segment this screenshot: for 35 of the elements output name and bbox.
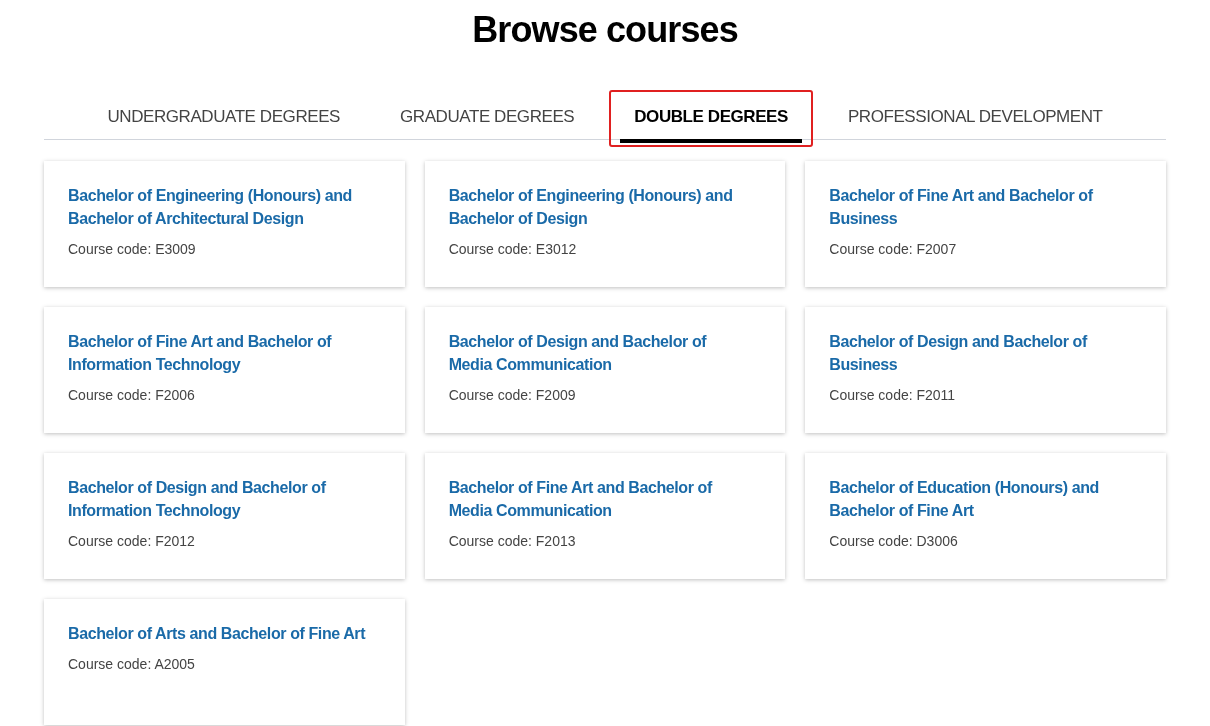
course-title-link[interactable]: Bachelor of Fine Art and Bachelor of Business xyxy=(829,184,1142,230)
tab[interactable]: DOUBLE DEGREES xyxy=(620,95,802,143)
course-card[interactable]: Bachelor of Fine Art and Bachelor of Media Communication Course code: F2013 xyxy=(424,453,786,579)
course-title-link[interactable]: Bachelor of Engineering (Honours) and Bachelor of Architectural Design xyxy=(68,184,381,230)
course-code: Course code: D3006 xyxy=(829,532,959,551)
course-card[interactable]: Bachelor of Design and Bachelor of Business Course code: F2011 xyxy=(805,307,1166,433)
course-code: Course code: F2006 xyxy=(68,386,196,405)
course-card[interactable]: Bachelor of Engineering (Honours) and Bachelor of Architectural Design Course code: E3009 xyxy=(44,161,405,287)
course-card[interactable]: Bachelor of Design and Bachelor of Information Technology Course code: F2012 xyxy=(44,453,405,579)
course-title-link[interactable]: Bachelor of Fine Art and Bachelor of Information Technology xyxy=(68,330,381,376)
course-code: Course code: F2007 xyxy=(829,240,958,259)
course-title-link[interactable]: Bachelor of Design and Bachelor of Business xyxy=(829,330,1142,376)
tab[interactable]: UNDERGRADUATE DEGREES xyxy=(93,95,354,143)
course-title-link[interactable]: Bachelor of Engineering (Honours) and Bachelor of Design xyxy=(448,184,762,230)
course-title-link[interactable]: Bachelor of Design and Bachelor of Media Communication xyxy=(448,330,762,376)
course-card[interactable]: Bachelor of Design and Bachelor of Media Communication Course code: F2009 xyxy=(424,307,786,433)
course-card[interactable]: Bachelor of Arts and Bachelor of Fine Art Course code: A2005 xyxy=(44,599,405,725)
course-title-link[interactable]: Bachelor of Fine Art and Bachelor of Media Communication xyxy=(448,476,762,522)
course-code: Course code: A2005 xyxy=(68,655,196,674)
page-title: Browse courses xyxy=(471,8,739,52)
course-card[interactable]: Bachelor of Fine Art and Bachelor of Business Course code: F2007 xyxy=(805,161,1166,287)
tab[interactable]: PROFESSIONAL DEVELOPMENT xyxy=(833,95,1117,143)
course-title-link[interactable]: Bachelor of Education (Honours) and Bachelor of Fine Art xyxy=(829,476,1142,522)
course-title-link[interactable]: Bachelor of Design and Bachelor of Information Technology xyxy=(68,476,381,522)
course-code: Course code: F2012 xyxy=(68,532,196,551)
course-card[interactable]: Bachelor of Education (Honours) and Bachelor of Fine Art Course code: D3006 xyxy=(805,453,1166,579)
course-card[interactable]: Bachelor of Engineering (Honours) and Bachelor of Design Course code: E3012 xyxy=(424,161,786,287)
tab[interactable]: GRADUATE DEGREES xyxy=(386,95,589,143)
course-code: Course code: F2009 xyxy=(448,386,577,405)
course-code: Course code: E3012 xyxy=(448,240,578,259)
course-code: Course code: F2013 xyxy=(448,532,577,551)
course-card[interactable]: Bachelor of Fine Art and Bachelor of Information Technology Course code: F2006 xyxy=(44,307,405,433)
course-title-link[interactable]: Bachelor of Arts and Bachelor of Fine Art xyxy=(68,622,381,645)
course-code: Course code: F2011 xyxy=(829,386,957,405)
course-code: Course code: E3009 xyxy=(68,240,197,259)
